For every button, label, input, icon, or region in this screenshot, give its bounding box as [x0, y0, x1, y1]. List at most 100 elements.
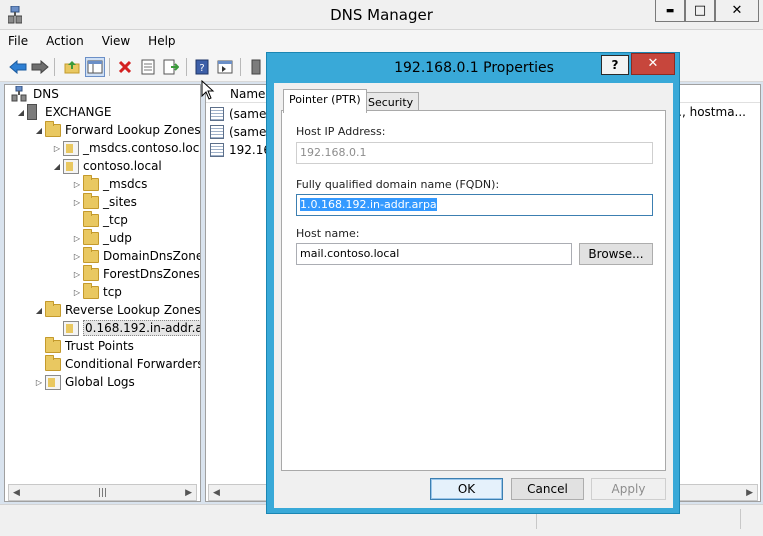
scroll-left-icon[interactable]: ◀ — [213, 488, 220, 498]
folder-icon — [83, 282, 99, 299]
tree-label: _msdcs — [103, 177, 148, 191]
ok-button[interactable]: OK — [430, 478, 503, 500]
tree-label: Forward Lookup Zones — [65, 123, 201, 137]
svg-text:?: ? — [199, 63, 204, 74]
collapse-icon[interactable]: ◢ — [15, 108, 27, 117]
expand-icon[interactable]: ▷ — [71, 270, 83, 279]
maximize-icon: □ — [693, 3, 707, 18]
menu-view[interactable]: View — [102, 34, 130, 48]
action-pane-button[interactable] — [215, 57, 235, 77]
tab-pointer-ptr[interactable]: Pointer (PTR) — [283, 89, 367, 113]
tree-label: DomainDnsZones — [103, 249, 201, 263]
record-icon — [210, 107, 224, 121]
fqdn-field[interactable]: 1.0.168.192.in-addr.arpa — [296, 194, 653, 216]
tree-item-conditional-forwarders[interactable]: Conditional Forwarders — [33, 354, 200, 373]
tree-item-reverse-lookup-zones[interactable]: ◢ Reverse Lookup Zones — [33, 300, 200, 319]
expand-icon[interactable]: ▷ — [33, 378, 45, 387]
expand-icon[interactable]: ▷ — [71, 252, 83, 261]
maximize-button[interactable]: □ — [685, 0, 715, 22]
collapse-icon[interactable]: ◢ — [51, 162, 63, 171]
close-button[interactable]: ✕ — [715, 0, 759, 22]
scroll-left-icon[interactable]: ◀ — [13, 488, 20, 498]
tree-item-global-logs[interactable]: ▷ Global Logs — [33, 373, 135, 391]
record-icon — [210, 143, 224, 157]
menu-help[interactable]: Help — [148, 34, 175, 48]
export-list-button[interactable] — [161, 57, 181, 77]
host-name-label: Host name: — [296, 227, 360, 240]
folder-up-icon — [64, 61, 80, 74]
menu-file[interactable]: File — [8, 34, 28, 48]
console-tree-icon — [87, 60, 103, 74]
tree-horizontal-scrollbar[interactable]: ◀ ||| ▶ — [8, 484, 197, 501]
tree-label: _msdcs.contoso.local — [83, 141, 201, 155]
folder-icon — [45, 120, 61, 137]
action-pane-icon — [217, 60, 233, 74]
close-icon: ✕ — [647, 56, 659, 71]
scroll-thumb-grip-icon[interactable]: ||| — [98, 488, 107, 498]
dialog-help-button[interactable]: ? — [601, 55, 629, 75]
tree-item-dns[interactable]: DNS — [11, 85, 59, 103]
scroll-right-icon[interactable]: ▶ — [185, 488, 192, 498]
delete-x-icon — [118, 60, 132, 74]
expand-icon[interactable]: ▷ — [71, 234, 83, 243]
fqdn-label: Fully qualified domain name (FQDN): — [296, 178, 500, 191]
server-tool-button[interactable] — [246, 57, 266, 77]
folder-icon — [83, 210, 99, 227]
collapse-icon[interactable]: ◢ — [33, 126, 45, 135]
menu-bar: File Action View Help — [0, 30, 763, 52]
tree-item-msdcs[interactable]: ▷ _msdcs — [71, 174, 148, 193]
properties-button[interactable] — [138, 57, 158, 77]
cancel-button[interactable]: Cancel — [511, 478, 584, 500]
tree-label: Global Logs — [65, 375, 135, 389]
folder-icon — [83, 228, 99, 245]
forward-arrow-icon — [31, 60, 49, 74]
back-button[interactable] — [8, 57, 28, 77]
log-icon — [45, 374, 61, 390]
export-list-icon — [163, 59, 179, 75]
collapse-icon[interactable]: ◢ — [33, 306, 45, 315]
tree-item-sites[interactable]: ▷ _sites — [71, 192, 137, 211]
menu-action[interactable]: Action — [46, 34, 84, 48]
tree-item-tcp[interactable]: _tcp — [71, 210, 128, 229]
properties-icon — [141, 59, 155, 75]
dialog-close-button[interactable]: ✕ — [631, 53, 675, 75]
help-book-icon: ? — [195, 59, 209, 75]
tree-label: ForestDnsZones — [103, 267, 200, 281]
column-header-label: Name — [230, 87, 266, 101]
expand-icon[interactable]: ▷ — [71, 288, 83, 297]
folder-icon — [83, 246, 99, 263]
browse-button[interactable]: Browse... — [579, 243, 653, 265]
expand-icon[interactable]: ▷ — [71, 180, 83, 189]
folder-icon — [45, 300, 61, 317]
tree-item-reverse-zone[interactable]: 0.168.192.in-addr.arpa — [51, 319, 200, 337]
forward-button[interactable] — [30, 57, 50, 77]
expand-icon[interactable]: ▷ — [71, 198, 83, 207]
folder-icon — [45, 354, 61, 371]
tree-item-forestdnszones[interactable]: ▷ ForestDnsZones — [71, 264, 200, 283]
help-button[interactable]: ? — [192, 57, 212, 77]
tree-item-tcp-folder[interactable]: ▷ tcp — [71, 282, 122, 301]
expand-icon[interactable]: ▷ — [51, 144, 63, 153]
help-icon: ? — [611, 58, 619, 72]
tree-item-udp[interactable]: ▷ _udp — [71, 228, 132, 247]
tree-item-contoso-local[interactable]: ◢ contoso.local — [51, 157, 162, 175]
server-icon — [251, 59, 261, 75]
scroll-right-icon[interactable]: ▶ — [746, 488, 753, 498]
tree-item-msdcs-zone[interactable]: ▷ _msdcs.contoso.local — [51, 139, 201, 157]
tree-label: Trust Points — [65, 339, 134, 353]
tree-label: _tcp — [103, 213, 128, 227]
host-ip-label: Host IP Address: — [296, 125, 386, 138]
delete-button[interactable] — [115, 57, 135, 77]
apply-button[interactable]: Apply — [591, 478, 666, 500]
host-name-field[interactable]: mail.contoso.local — [296, 243, 572, 265]
show-hide-console-tree-button[interactable] — [85, 57, 105, 77]
tree-item-trust-points[interactable]: Trust Points — [33, 336, 134, 355]
server-icon — [27, 104, 37, 120]
minimize-button[interactable]: ▬ — [655, 0, 685, 22]
up-level-button[interactable] — [62, 57, 82, 77]
tree-item-domaindnszones[interactable]: ▷ DomainDnsZones — [71, 246, 201, 265]
tree-item-forward-lookup-zones[interactable]: ◢ Forward Lookup Zones — [33, 120, 201, 139]
dialog-body: Pointer (PTR) Security Host IP Address: … — [274, 83, 673, 508]
window-controls: ▬ □ ✕ — [655, 0, 759, 22]
tree-item-exchange[interactable]: ◢ EXCHANGE — [15, 103, 111, 121]
